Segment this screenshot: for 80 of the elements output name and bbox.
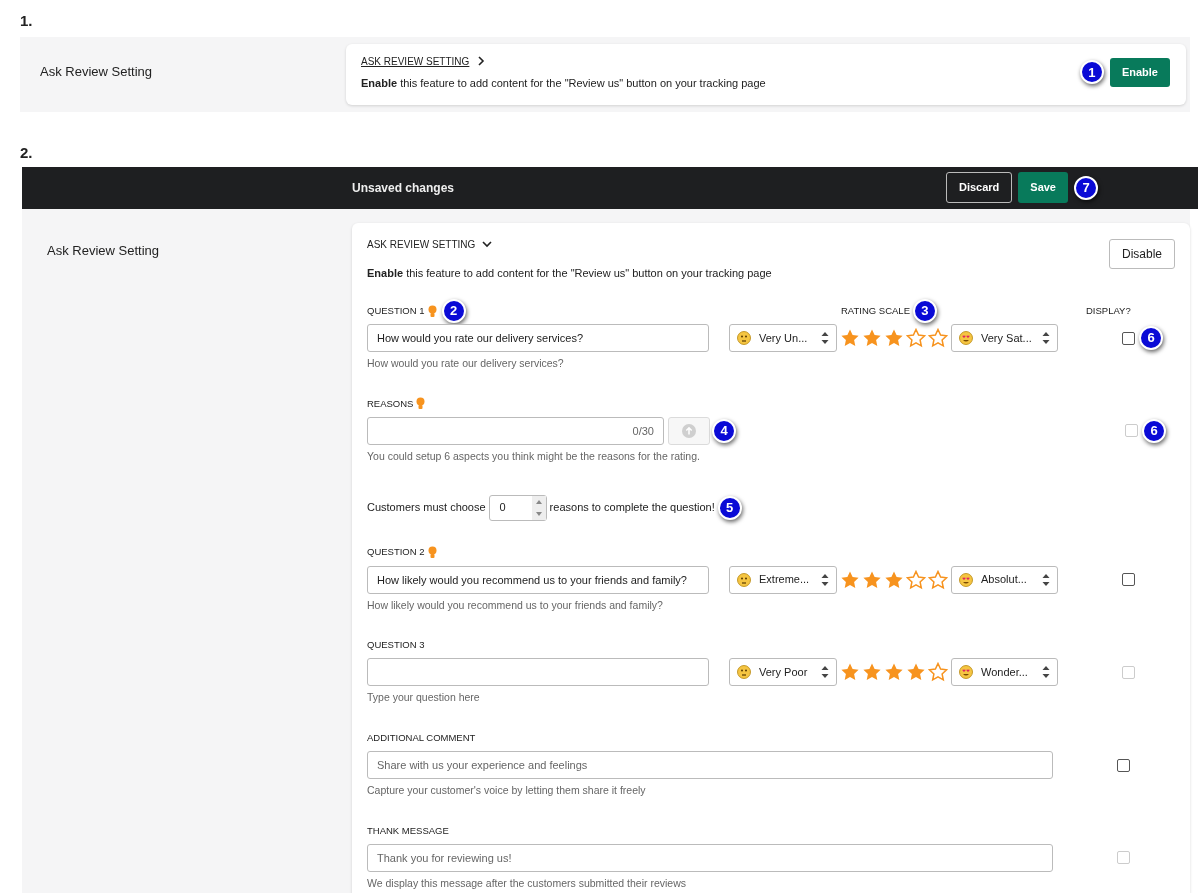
sort-arrows-icon — [821, 572, 829, 587]
display-checkbox[interactable] — [1117, 758, 1130, 772]
empty-star-icon — [928, 569, 948, 590]
sort-arrows-icon — [1042, 331, 1050, 345]
callout-marker: 6 — [1139, 326, 1163, 350]
sort-arrows-icon — [821, 665, 829, 680]
field-label: QUESTION 2 — [367, 545, 425, 560]
spin-arrows-icon — [531, 495, 546, 520]
text-input[interactable]: Share with us your experience and feelings — [367, 751, 1053, 779]
sort-arrows-icon — [821, 331, 829, 345]
chevron-down-icon — [481, 238, 494, 250]
field-label: QUESTION 3 — [367, 638, 425, 653]
callout-marker: 7 — [1074, 175, 1098, 200]
reason-input[interactable]: 0/30 — [367, 416, 664, 445]
hint-text: You could setup 6 aspects you think might be the reasons for the rating. — [367, 448, 701, 464]
arrow-up-circle-icon — [682, 423, 696, 438]
callout-marker: 2 — [441, 299, 466, 323]
display-checkbox[interactable] — [1122, 573, 1135, 586]
step-number: 2. — [20, 143, 33, 163]
rating-high-select[interactable]: Wonder... — [951, 658, 1058, 687]
character-counter: 0/30 — [632, 423, 654, 439]
face-icon — [737, 331, 751, 345]
rating-low-select[interactable]: Extreme... — [729, 565, 837, 594]
field-label: THANK MESSAGE — [367, 823, 449, 838]
hint-text: How would you rate our delivery services? — [367, 356, 565, 371]
filled-star-icon — [862, 328, 882, 348]
filled-star-icon — [884, 328, 904, 348]
field-label: ADDITIONAL COMMENT — [367, 730, 476, 745]
star-rating[interactable] — [840, 662, 948, 683]
callout-marker: 1 — [1079, 60, 1104, 85]
rating-low-select[interactable]: Very Un... — [729, 324, 837, 352]
heart-eyes-face-icon — [959, 331, 973, 345]
number-stepper[interactable]: 0 — [488, 494, 547, 521]
display-checkbox[interactable] — [1122, 331, 1135, 345]
hint-text: Capture your customer's voice by letting them share it freely — [367, 783, 647, 798]
empty-star-icon — [928, 662, 948, 683]
hint-text: Type your question here — [367, 690, 481, 706]
text-input[interactable]: Thank you for reviewing us! — [367, 843, 1053, 872]
sort-arrows-icon — [1042, 665, 1050, 680]
min-choice-suffix: reasons to complete the question! — [549, 500, 715, 516]
question-input[interactable] — [367, 658, 709, 687]
section-title: ASK REVIEW SETTING — [367, 237, 476, 252]
rating-low-select[interactable]: Very Poor — [729, 658, 837, 687]
hint-text: We display this message after the customers submitted their reviews — [367, 875, 688, 891]
filled-star-icon — [840, 328, 860, 348]
face-icon — [737, 572, 751, 587]
description-text: Enable this feature to add content for the "Review us" button on your tracking page — [367, 265, 772, 281]
setting-label: Ask Review Setting — [46, 241, 160, 260]
empty-star-icon — [906, 569, 926, 590]
hint-text: How likely would you recommend us to your friends and family? — [367, 597, 664, 613]
description-text: Enable this feature to add content for the "Review us" button on your tracking page — [361, 75, 766, 91]
rating-scale-label: RATING SCALE — [841, 303, 910, 318]
callout-marker: 3 — [913, 299, 937, 323]
section-title-link[interactable]: ASK REVIEW SETTING — [361, 53, 470, 69]
discard-button[interactable]: Discard — [945, 172, 1013, 203]
question-input[interactable]: How would you rate our delivery services? — [367, 324, 709, 352]
rating-high-select[interactable]: Very Sat... — [951, 324, 1058, 352]
face-icon — [737, 665, 751, 680]
callout-marker: 6 — [1142, 418, 1166, 443]
star-rating[interactable] — [840, 569, 948, 590]
question-input[interactable]: How likely would you recommend us to your friends and family? — [367, 565, 709, 594]
field-label: REASONS — [367, 396, 414, 411]
empty-star-icon — [906, 328, 926, 348]
disable-button[interactable]: Disable — [1108, 238, 1175, 269]
rating-high-select[interactable]: Absolut... — [951, 565, 1058, 594]
heart-eyes-face-icon — [959, 572, 973, 587]
sort-arrows-icon — [1042, 572, 1050, 587]
display-column-label: DISPLAY? — [1086, 303, 1131, 318]
field-label: QUESTION 1 — [367, 303, 425, 318]
star-rating[interactable] — [840, 328, 948, 348]
step-number: 1. — [20, 11, 33, 31]
callout-marker: 4 — [712, 418, 736, 443]
empty-star-icon — [928, 328, 948, 348]
save-bar-title: Unsaved changes — [352, 179, 455, 197]
enable-button[interactable]: Enable — [1109, 58, 1170, 87]
min-choice-label: Customers must choose — [367, 500, 486, 516]
heart-eyes-face-icon — [959, 665, 973, 680]
setting-label: Ask Review Setting — [39, 62, 153, 81]
callout-marker: 5 — [717, 495, 742, 520]
save-button[interactable]: Save — [1018, 172, 1068, 203]
